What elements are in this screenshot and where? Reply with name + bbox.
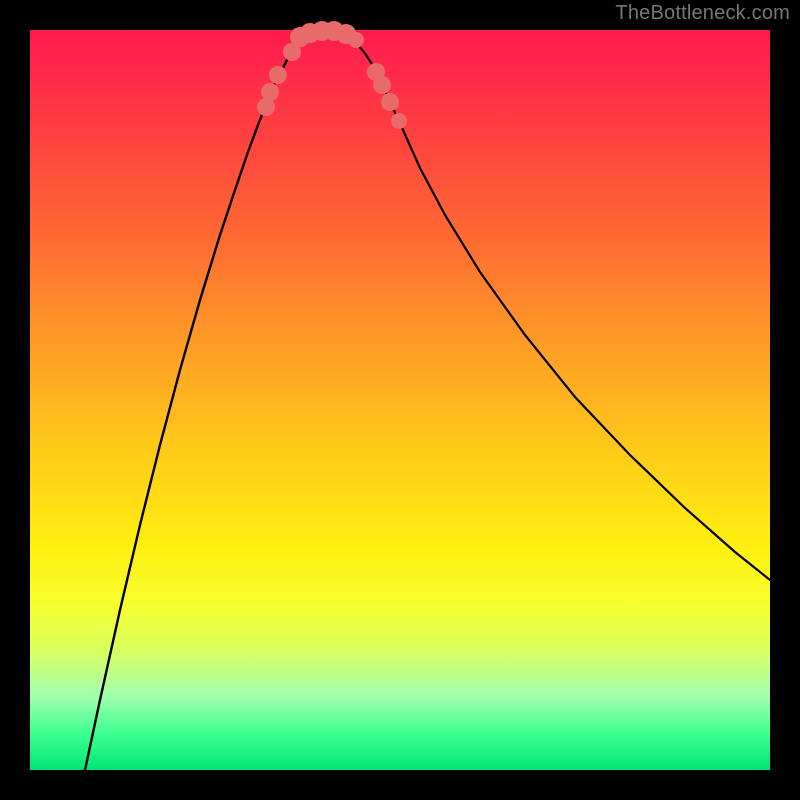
marker-dot xyxy=(269,66,287,84)
marker-dot xyxy=(373,76,391,94)
marker-dot xyxy=(391,113,407,129)
plot-area xyxy=(30,30,770,770)
highlight-markers xyxy=(257,21,407,129)
chart-frame: TheBottleneck.com xyxy=(0,0,800,800)
curve-left xyxy=(85,31,330,770)
marker-dot xyxy=(381,93,399,111)
chart-svg xyxy=(30,30,770,770)
watermark-text: TheBottleneck.com xyxy=(615,2,790,25)
marker-dot xyxy=(261,83,279,101)
curve-right xyxy=(330,31,770,580)
marker-dot xyxy=(348,32,364,48)
